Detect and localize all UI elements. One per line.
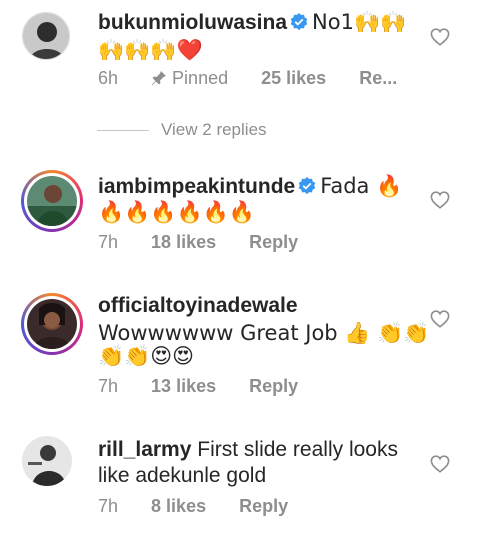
reply-button[interactable]: Re... <box>359 68 397 88</box>
comment-text-line-2: 🔥🔥🔥🔥🔥🔥 <box>98 200 255 224</box>
avatar[interactable] <box>22 436 72 486</box>
likes-count[interactable]: 25 likes <box>261 68 326 88</box>
timestamp: 7h <box>98 496 119 516</box>
username[interactable]: officialtoyinadewale <box>98 294 298 317</box>
pinned-text: Pinned <box>172 68 229 88</box>
timestamp: 7h <box>98 232 119 252</box>
heart-outline-icon[interactable] <box>430 310 450 328</box>
username[interactable]: bukunmioluwasina <box>98 11 287 34</box>
view-replies-label: View 2 replies <box>161 120 267 139</box>
comment-meta: 7h 13 likes Reply <box>98 376 298 397</box>
comment-text-line-1: iambimpeakintunde Fada 🔥 <box>98 172 402 201</box>
heart-outline-icon[interactable] <box>430 455 450 473</box>
heart-outline-icon[interactable] <box>430 191 450 209</box>
heart-outline-icon[interactable] <box>430 28 450 46</box>
likes-count[interactable]: 13 likes <box>151 376 216 396</box>
comment-text-line-2: 🙌🙌🙌❤️ <box>98 38 203 62</box>
username[interactable]: iambimpeakintunde <box>98 175 295 198</box>
comment-meta: 7h 18 likes Reply <box>98 232 298 253</box>
comment-body: Fada 🔥 <box>320 174 403 198</box>
username[interactable]: rill_larmy <box>98 438 191 461</box>
avatar[interactable] <box>22 12 70 60</box>
divider <box>97 130 149 132</box>
comment-body: First slide really looks <box>197 438 398 461</box>
comment-text-line-1: rill_larmy First slide really looks <box>98 436 398 464</box>
timestamp: 6h <box>98 68 119 88</box>
pin-icon <box>152 71 167 85</box>
avatar <box>27 299 77 349</box>
comment-text-line-2: like adekunle gold <box>98 464 267 487</box>
comment-meta: 6h Pinned 25 likes Re... <box>98 68 397 89</box>
reply-button[interactable]: Reply <box>249 232 298 252</box>
comment-body: No1🙌🙌 <box>312 10 407 34</box>
likes-count[interactable]: 8 likes <box>151 496 206 516</box>
reply-button[interactable]: Reply <box>249 376 298 396</box>
verified-badge-icon <box>290 13 308 31</box>
avatar <box>27 176 77 226</box>
comment-meta: 7h 8 likes Reply <box>98 496 288 517</box>
comment-text-line-1: officialtoyinadewale <box>98 292 298 320</box>
view-replies-button[interactable]: View 2 replies <box>97 120 267 140</box>
comment-text-line-1: bukunmioluwasina No1🙌🙌 <box>98 8 406 37</box>
likes-count[interactable]: 18 likes <box>151 232 216 252</box>
reply-button[interactable]: Reply <box>239 496 288 516</box>
pinned-label: Pinned <box>151 68 228 88</box>
comment-text-line-2: 👏👏😍😍 <box>98 344 195 368</box>
timestamp: 7h <box>98 376 119 396</box>
verified-badge-icon <box>298 177 316 195</box>
